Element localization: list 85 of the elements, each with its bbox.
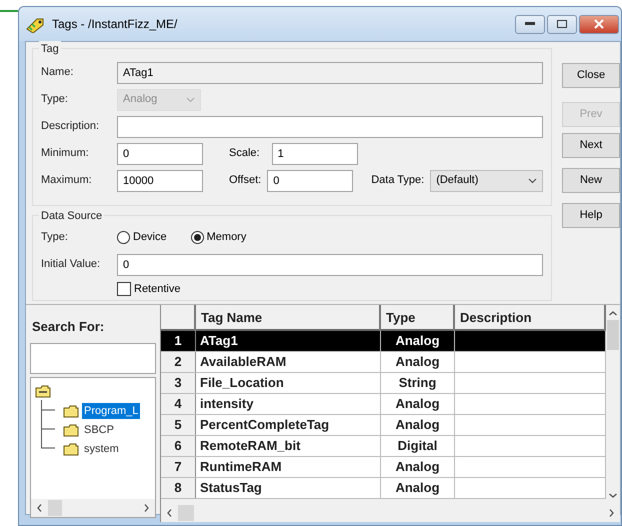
radio-option[interactable]: Memory: [190, 229, 246, 246]
data-type-dropdown[interactable]: (Default): [430, 170, 543, 192]
maximize-button[interactable]: [547, 14, 577, 34]
table-cell: Analog: [381, 478, 455, 498]
minimize-icon: [525, 22, 535, 26]
row-number: 2: [161, 352, 196, 372]
scroll-thumb[interactable]: [178, 505, 194, 521]
maximize-icon: [557, 20, 567, 28]
row-number: 8: [161, 478, 196, 498]
scale-field[interactable]: 1: [272, 142, 358, 164]
name-field[interactable]: ATag1: [117, 62, 543, 84]
field-label: Maximum:: [41, 173, 93, 188]
offset-field[interactable]: 0: [267, 170, 354, 192]
tree-item[interactable]: SBCP: [82, 422, 116, 438]
table-cell: intensity: [196, 394, 381, 414]
close-icon: [594, 19, 604, 29]
dialog-button[interactable]: New: [562, 168, 620, 193]
table-cell: StatusTag: [196, 478, 381, 498]
initial-value-field[interactable]: 0: [117, 254, 543, 276]
field-label: Description:: [41, 119, 100, 134]
close-button[interactable]: [579, 14, 619, 34]
chevron-icon: [528, 178, 537, 184]
group-label: Tag: [39, 41, 61, 58]
maximum-field[interactable]: 10000: [117, 170, 203, 192]
table-cell: Analog: [381, 352, 455, 372]
field-label: Type:: [41, 92, 69, 108]
row-number: 7: [161, 457, 196, 477]
dialog-button[interactable]: Help: [562, 203, 620, 228]
horizontal-scrollbar[interactable]: [31, 499, 155, 517]
table-cell: Digital: [381, 436, 455, 456]
scroll-up-icon[interactable]: [609, 311, 617, 316]
table-cell: Analog: [381, 457, 455, 477]
table-cell: AvailableRAM: [196, 352, 381, 372]
field-label: Offset:: [229, 173, 262, 188]
scroll-left-icon[interactable]: [37, 504, 42, 512]
minimum-field[interactable]: 0: [117, 142, 203, 164]
row-number: 3: [161, 373, 196, 393]
field-label: Type:: [41, 230, 69, 246]
window-title: Tags - /InstantFizz_ME/: [52, 16, 178, 33]
field-label: Scale:: [229, 146, 260, 162]
table-cell: Analog: [381, 331, 455, 351]
radio-option[interactable]: Device: [117, 229, 167, 246]
scroll-right-icon[interactable]: [144, 504, 149, 512]
table-cell: Analog: [381, 415, 455, 435]
chevron-icon: [186, 96, 195, 102]
table-cell: Analog: [381, 394, 455, 414]
scroll-right-icon[interactable]: [609, 509, 614, 517]
table-cell: PercentCompleteTag: [196, 415, 381, 435]
scroll-thumb[interactable]: [48, 500, 62, 516]
dialog-button[interactable]: Next: [562, 133, 620, 158]
tree-item[interactable]: system: [82, 440, 121, 458]
scroll-down-icon[interactable]: [609, 493, 617, 498]
folder-icon: [63, 442, 79, 456]
table-row[interactable]: 8 StatusTag Analog: [161, 478, 606, 499]
table-cell: ATag1: [196, 331, 381, 351]
scroll-thumb[interactable]: [607, 320, 619, 350]
table-cell: RuntimeRAM: [196, 457, 381, 477]
field-label: Initial Value:: [41, 257, 102, 272]
row-number: 4: [161, 394, 196, 414]
field-label: Minimum:: [41, 146, 90, 162]
tree-item[interactable]: Program_L: [82, 402, 140, 420]
field-label: Data Type:: [371, 173, 424, 188]
table-row[interactable]: 5 PercentCompleteTag Analog: [161, 415, 606, 436]
retentive-checkbox[interactable]: Retentive: [117, 280, 180, 298]
search-label: Search For:: [32, 318, 106, 336]
dialog-button[interactable]: Close: [562, 63, 620, 88]
folder-icon: [63, 404, 79, 418]
folder-icon: [63, 424, 79, 436]
horizontal-scrollbar[interactable]: [161, 504, 620, 522]
table-cell: RemoteRAM_bit: [196, 436, 381, 456]
table-row[interactable]: 3 File_Location String: [161, 373, 606, 394]
description-field[interactable]: [117, 116, 543, 138]
row-number: 5: [161, 415, 196, 435]
table-row[interactable]: 6 RemoteRAM_bit Digital: [161, 436, 606, 457]
table-row[interactable]: 1 ATag1 Analog: [161, 331, 606, 352]
row-number: 6: [161, 436, 196, 456]
table-cell: File_Location: [196, 373, 381, 393]
table-row[interactable]: 4 intensity Analog: [161, 394, 606, 415]
field-label: Name:: [41, 65, 74, 80]
scroll-left-icon[interactable]: [167, 509, 172, 517]
table-row[interactable]: 7 RuntimeRAM Analog: [161, 457, 606, 478]
search-field[interactable]: [30, 342, 156, 374]
table-cell: String: [381, 373, 455, 393]
table-row[interactable]: 2 AvailableRAM Analog: [161, 352, 606, 373]
minimize-button[interactable]: [515, 14, 545, 34]
